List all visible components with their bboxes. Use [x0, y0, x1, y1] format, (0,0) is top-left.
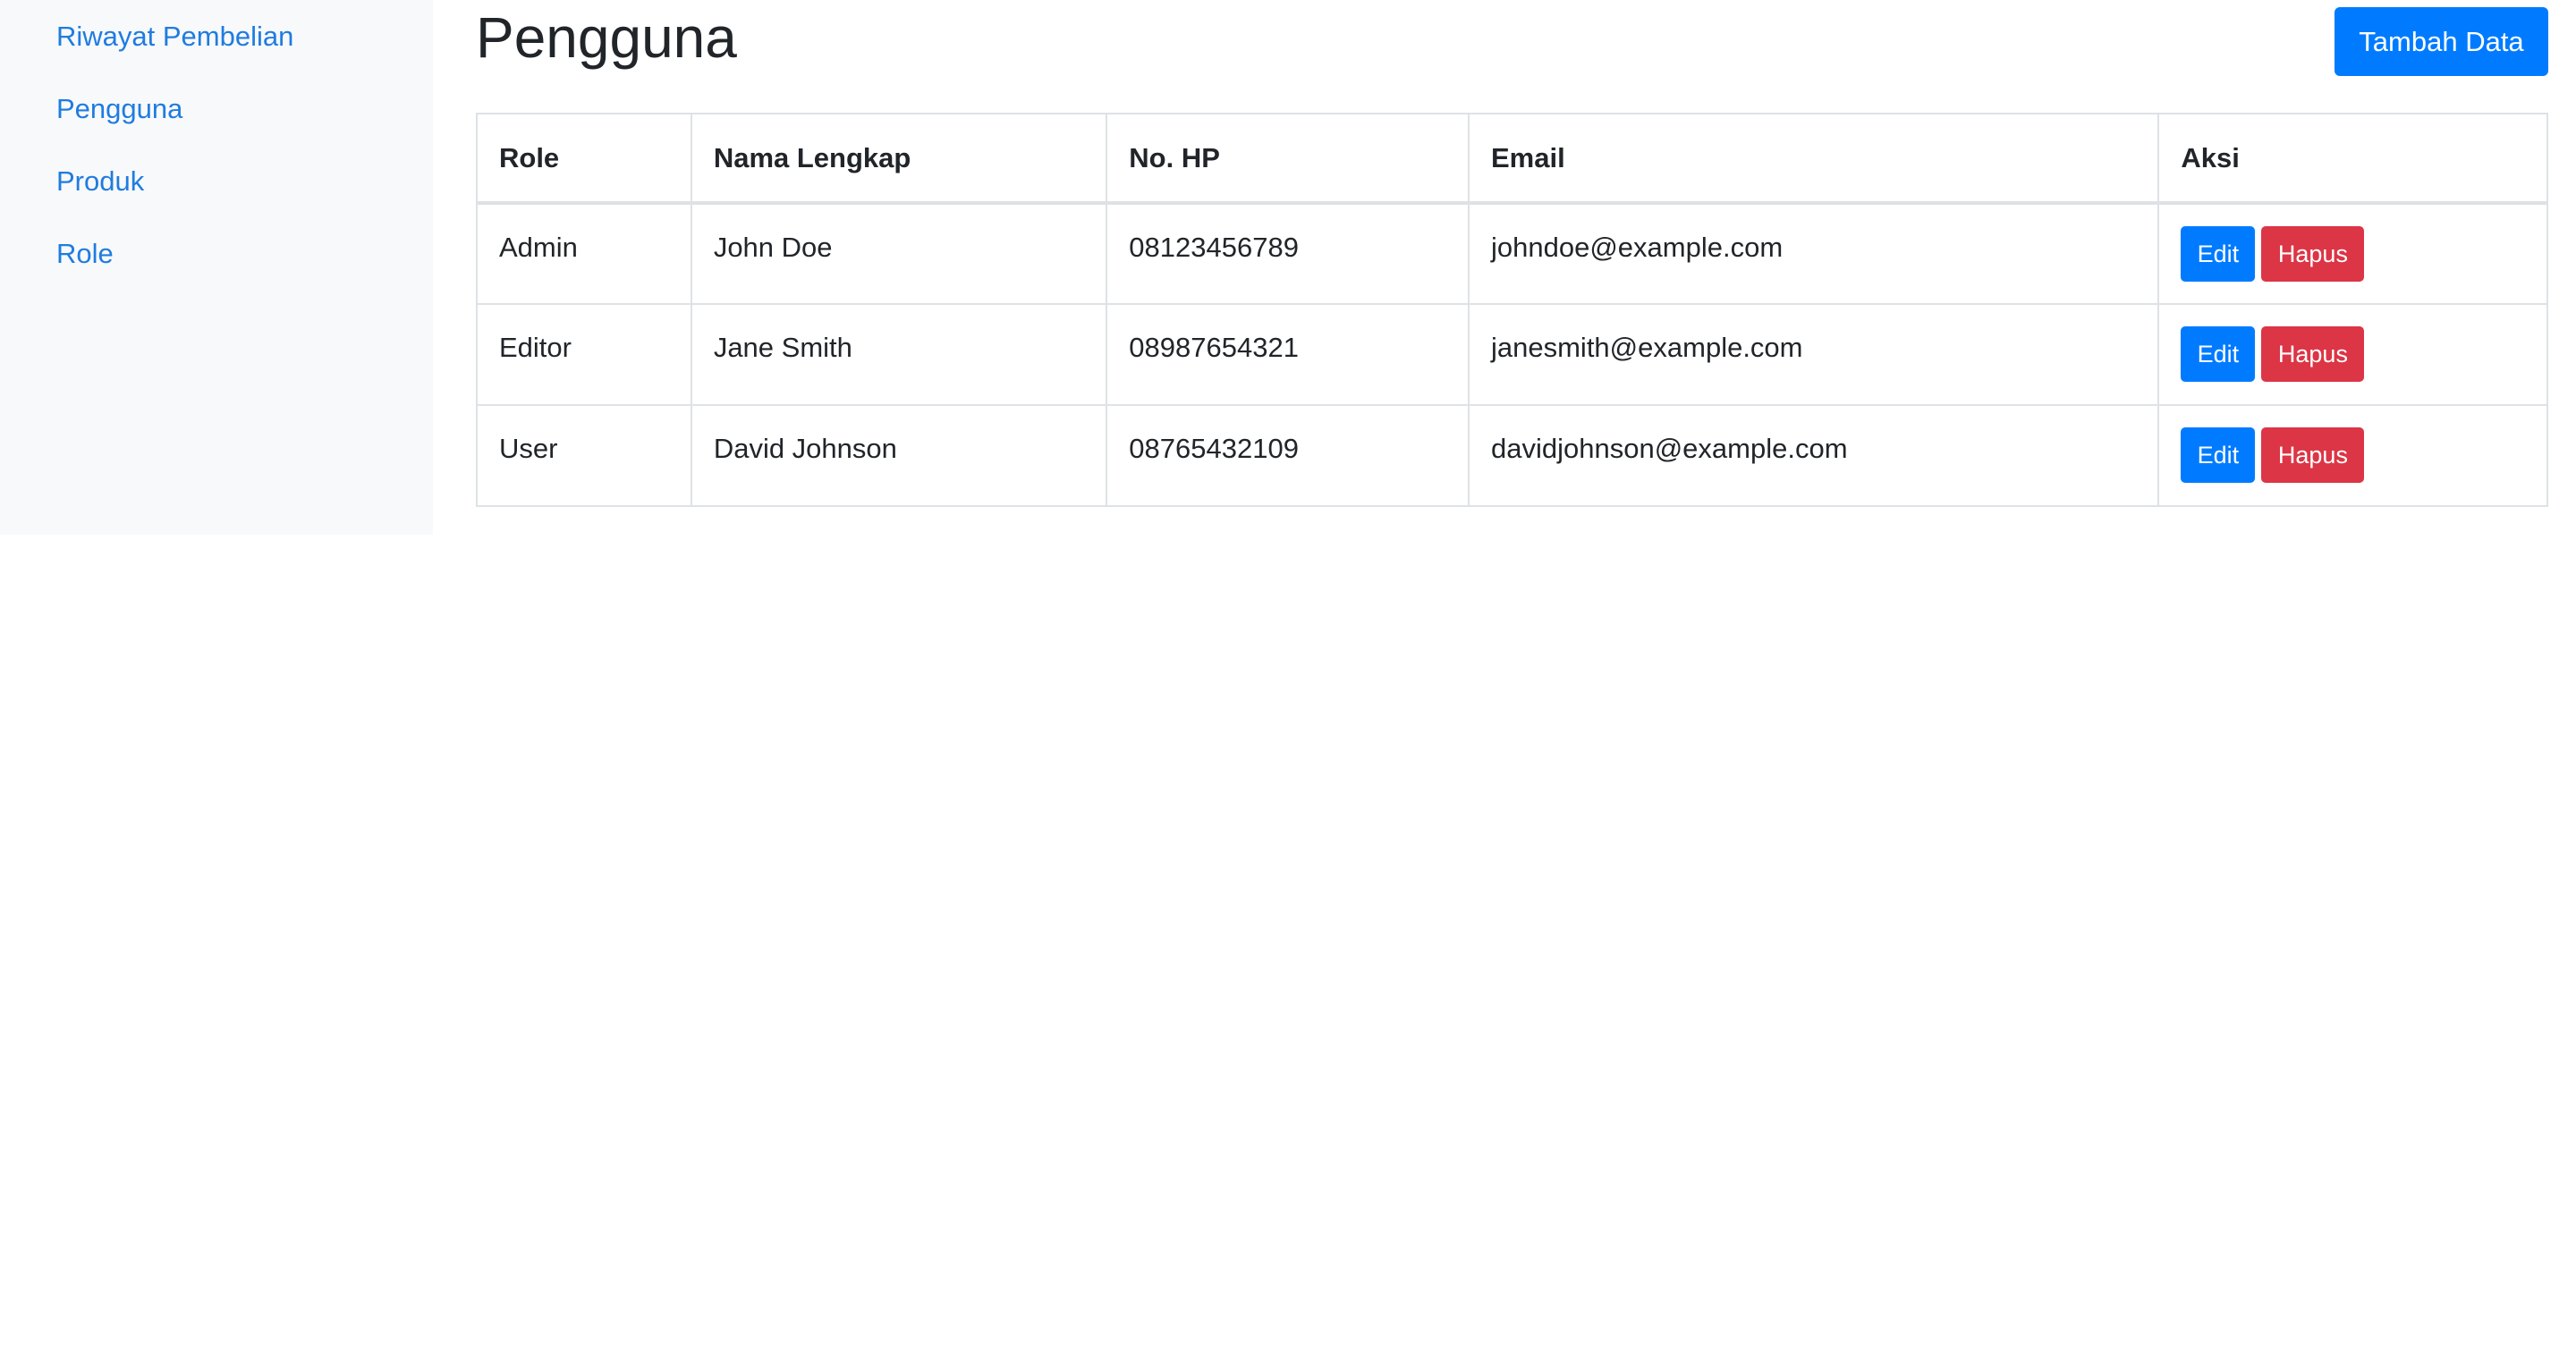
- cell-actions: Edit Hapus: [2157, 404, 2548, 507]
- cell-phone: 08987654321: [1106, 303, 1470, 406]
- delete-button[interactable]: Hapus: [2261, 427, 2365, 483]
- edit-button[interactable]: Edit: [2181, 326, 2256, 382]
- table-row: Editor Jane Smith 08987654321 janesmith@…: [476, 303, 2548, 406]
- delete-button[interactable]: Hapus: [2261, 326, 2365, 382]
- cell-email: davidjohnson@example.com: [1467, 404, 2160, 507]
- column-header-action: Aksi: [2157, 113, 2548, 205]
- table-row: Admin John Doe 08123456789 johndoe@examp…: [476, 202, 2548, 305]
- cell-phone: 08765432109: [1106, 404, 1470, 507]
- cell-actions: Edit Hapus: [2157, 202, 2548, 305]
- cell-name: Jane Smith: [690, 303, 1108, 406]
- table-row: User David Johnson 08765432109 davidjohn…: [476, 404, 2548, 507]
- sidebar-item-riwayat-pembelian[interactable]: Riwayat Pembelian: [56, 19, 293, 55]
- cell-role: Admin: [476, 202, 692, 305]
- column-header-phone: No. HP: [1106, 113, 1470, 205]
- users-table: Role Nama Lengkap No. HP Email Aksi Admi…: [476, 113, 2548, 507]
- column-header-name: Nama Lengkap: [690, 113, 1108, 205]
- column-header-role: Role: [476, 113, 692, 205]
- page-title: Pengguna: [476, 5, 737, 70]
- table-header-row: Role Nama Lengkap No. HP Email Aksi: [476, 113, 2548, 205]
- add-data-button[interactable]: Tambah Data: [2334, 7, 2548, 76]
- cell-phone: 08123456789: [1106, 202, 1470, 305]
- edit-button[interactable]: Edit: [2181, 226, 2256, 282]
- cell-actions: Edit Hapus: [2157, 303, 2548, 406]
- cell-role: User: [476, 404, 692, 507]
- cell-role: Editor: [476, 303, 692, 406]
- column-header-email: Email: [1467, 113, 2160, 205]
- sidebar-item-pengguna[interactable]: Pengguna: [56, 91, 182, 127]
- cell-name: John Doe: [690, 202, 1108, 305]
- cell-email: janesmith@example.com: [1467, 303, 2160, 406]
- table-body: Admin John Doe 08123456789 johndoe@examp…: [476, 202, 2548, 507]
- edit-button[interactable]: Edit: [2181, 427, 2256, 483]
- delete-button[interactable]: Hapus: [2261, 226, 2365, 282]
- sidebar-item-produk[interactable]: Produk: [56, 164, 144, 199]
- cell-email: johndoe@example.com: [1467, 202, 2160, 305]
- table-header: Role Nama Lengkap No. HP Email Aksi: [476, 113, 2548, 205]
- sidebar-item-role[interactable]: Role: [56, 236, 114, 272]
- cell-name: David Johnson: [690, 404, 1108, 507]
- sidebar: Riwayat Pembelian Pengguna Produk Role: [0, 0, 433, 535]
